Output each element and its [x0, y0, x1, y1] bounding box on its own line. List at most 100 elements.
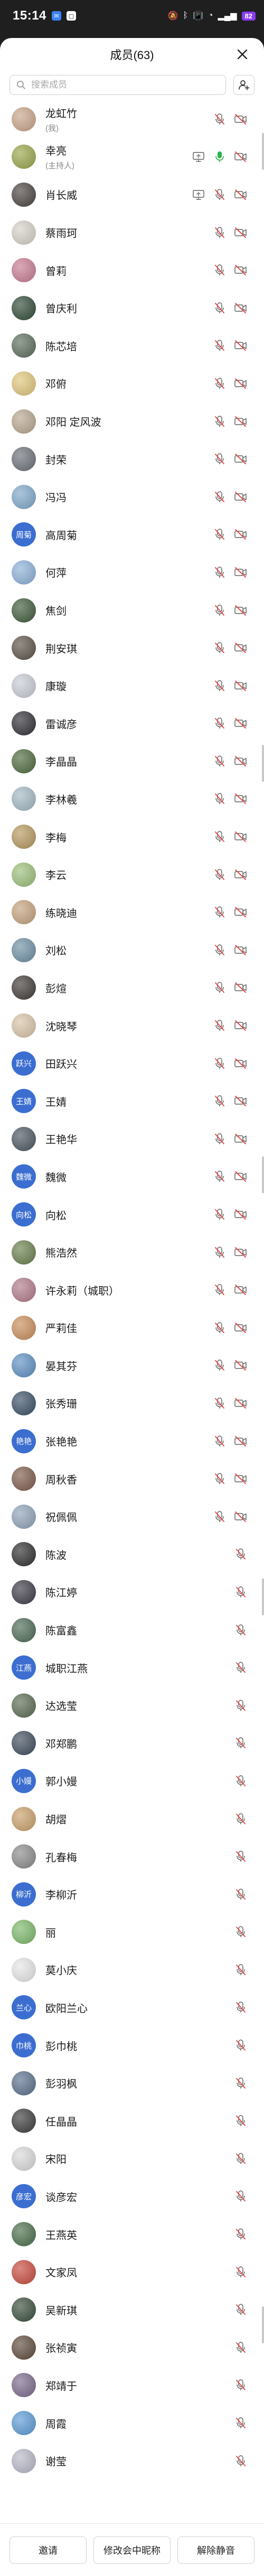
member-row[interactable]: 沈晓琴 — [0, 1007, 264, 1045]
unmute-all-button[interactable]: 解除静音 — [177, 2536, 254, 2564]
video-off-icon[interactable] — [233, 565, 248, 580]
member-row[interactable]: 邓俯 — [0, 365, 264, 403]
video-off-icon[interactable] — [233, 1434, 248, 1449]
search-box[interactable] — [10, 75, 226, 95]
invite-button[interactable]: 邀请 — [10, 2536, 87, 2564]
close-button[interactable] — [234, 46, 250, 62]
member-row[interactable]: 宋阳 — [0, 2140, 264, 2178]
video-off-icon[interactable] — [233, 1132, 248, 1146]
mic-muted-icon[interactable] — [212, 603, 227, 618]
mic-muted-icon[interactable] — [212, 376, 227, 391]
mic-muted-icon[interactable] — [212, 716, 227, 731]
member-row[interactable]: 郑靖于 — [0, 2367, 264, 2405]
mic-muted-icon[interactable] — [233, 2302, 248, 2317]
mic-muted-icon[interactable] — [212, 565, 227, 580]
video-off-icon[interactable] — [233, 1282, 248, 1297]
mic-muted-icon[interactable] — [212, 754, 227, 769]
mic-muted-icon[interactable] — [212, 791, 227, 806]
member-row[interactable]: 许永莉（城职） — [0, 1271, 264, 1309]
member-row[interactable]: 向松 向松 — [0, 1195, 264, 1233]
mic-muted-icon[interactable] — [233, 2227, 248, 2242]
member-row[interactable]: 王燕英 — [0, 2215, 264, 2253]
member-row[interactable]: 陈芯培 — [0, 327, 264, 365]
video-off-icon[interactable] — [233, 225, 248, 240]
mic-muted-icon[interactable] — [233, 2265, 248, 2280]
mic-muted-icon[interactable] — [212, 112, 227, 127]
mic-active-icon[interactable] — [212, 149, 227, 164]
video-off-icon[interactable] — [233, 678, 248, 693]
member-row[interactable]: 王艳华 — [0, 1120, 264, 1158]
add-member-button[interactable] — [233, 75, 254, 95]
member-row[interactable]: 何萍 — [0, 553, 264, 591]
mic-muted-icon[interactable] — [233, 1698, 248, 1713]
mic-muted-icon[interactable] — [212, 1018, 227, 1033]
member-row[interactable]: 封荣 — [0, 440, 264, 478]
member-row[interactable]: 肖长威 — [0, 176, 264, 214]
video-off-icon[interactable] — [233, 905, 248, 920]
mic-muted-icon[interactable] — [233, 1547, 248, 1562]
member-row[interactable]: 张祯寅 — [0, 2329, 264, 2367]
mic-muted-icon[interactable] — [212, 187, 227, 202]
member-row[interactable]: 陈江婷 — [0, 1573, 264, 1611]
video-off-icon[interactable] — [233, 263, 248, 277]
member-row[interactable]: 彭煊 — [0, 969, 264, 1007]
video-off-icon[interactable] — [233, 1358, 248, 1373]
mic-muted-icon[interactable] — [233, 1812, 248, 1826]
mic-muted-icon[interactable] — [212, 1471, 227, 1486]
member-row[interactable]: 周霞 — [0, 2404, 264, 2442]
mic-muted-icon[interactable] — [233, 1924, 248, 1939]
video-off-icon[interactable] — [233, 867, 248, 882]
member-row[interactable]: 刘松 — [0, 931, 264, 969]
mic-muted-icon[interactable] — [233, 1660, 248, 1675]
video-off-icon[interactable] — [233, 980, 248, 995]
member-row[interactable]: 彭羽枫 — [0, 2064, 264, 2102]
video-off-icon[interactable] — [233, 112, 248, 127]
member-row[interactable]: 龙虹竹 (我) — [0, 100, 264, 138]
mic-muted-icon[interactable] — [212, 1207, 227, 1222]
member-row[interactable]: 孔春梅 — [0, 1837, 264, 1875]
mic-muted-icon[interactable] — [212, 301, 227, 315]
member-row[interactable]: 跃兴 田跃兴 — [0, 1045, 264, 1083]
video-off-icon[interactable] — [233, 452, 248, 466]
member-row[interactable]: 胡熠 — [0, 1800, 264, 1838]
video-off-icon[interactable] — [233, 1509, 248, 1524]
member-row[interactable]: 达选莹 — [0, 1687, 264, 1725]
mic-muted-icon[interactable] — [233, 2189, 248, 2204]
mic-muted-icon[interactable] — [212, 1320, 227, 1335]
video-off-icon[interactable] — [233, 1094, 248, 1108]
member-row[interactable]: 任晶晶 — [0, 2102, 264, 2140]
member-row[interactable]: 练晓迪 — [0, 893, 264, 931]
mic-muted-icon[interactable] — [233, 1962, 248, 1977]
member-row[interactable]: 丽 — [0, 1913, 264, 1951]
video-off-icon[interactable] — [233, 301, 248, 315]
video-off-icon[interactable] — [233, 1207, 248, 1222]
screen-share-icon[interactable] — [191, 149, 206, 164]
member-row[interactable]: 曾庆利 — [0, 289, 264, 327]
mic-muted-icon[interactable] — [233, 2340, 248, 2355]
member-row[interactable]: 雷诚彦 — [0, 705, 264, 743]
video-off-icon[interactable] — [233, 527, 248, 542]
mic-muted-icon[interactable] — [212, 1245, 227, 1260]
video-off-icon[interactable] — [233, 376, 248, 391]
mic-muted-icon[interactable] — [233, 2113, 248, 2128]
member-row[interactable]: 曾莉 — [0, 251, 264, 289]
mic-muted-icon[interactable] — [212, 452, 227, 466]
member-row[interactable]: 蔡雨珂 — [0, 214, 264, 252]
member-row[interactable]: 康璇 — [0, 667, 264, 705]
member-row[interactable]: 焦剑 — [0, 591, 264, 629]
video-off-icon[interactable] — [233, 640, 248, 655]
mic-muted-icon[interactable] — [212, 1056, 227, 1071]
video-off-icon[interactable] — [233, 1471, 248, 1486]
mic-muted-icon[interactable] — [212, 1434, 227, 1449]
member-row[interactable]: 熊浩然 — [0, 1233, 264, 1271]
scrollbar-thumb[interactable] — [262, 1156, 264, 1193]
mic-muted-icon[interactable] — [233, 1849, 248, 1864]
member-row[interactable]: 文家凤 — [0, 2253, 264, 2291]
video-off-icon[interactable] — [233, 1018, 248, 1033]
mic-muted-icon[interactable] — [212, 829, 227, 844]
mic-muted-icon[interactable] — [212, 225, 227, 240]
member-row[interactable]: 莫小庆 — [0, 1951, 264, 1989]
member-row[interactable]: 谢莹 — [0, 2442, 264, 2480]
video-off-icon[interactable] — [233, 1320, 248, 1335]
member-row[interactable]: 邓阳 定风波 — [0, 403, 264, 440]
